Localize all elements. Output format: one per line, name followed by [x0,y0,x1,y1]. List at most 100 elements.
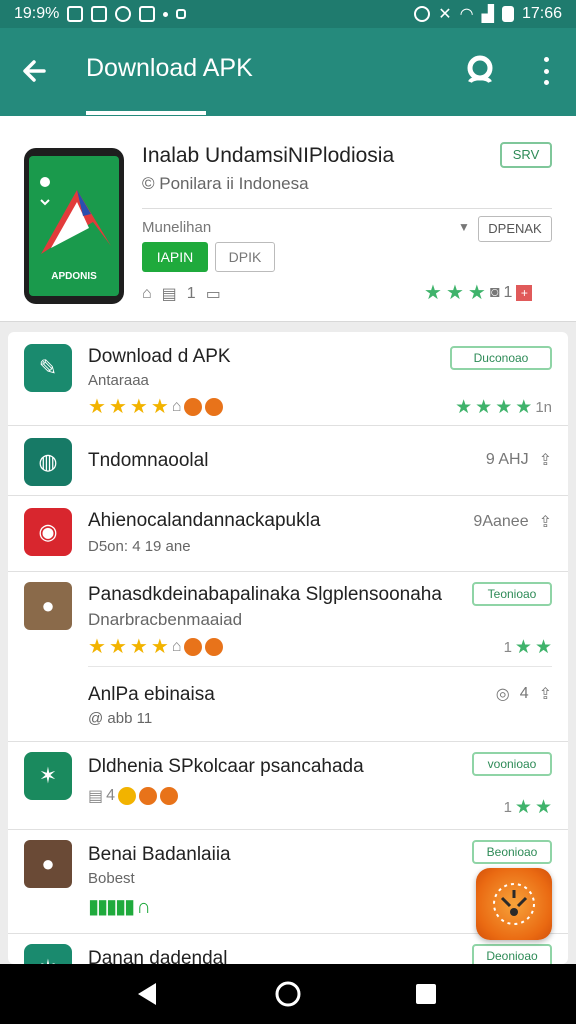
page-title: Download APK [86,54,253,82]
signal-icon: ▟ [481,6,494,23]
star-icon: ★ [495,397,513,418]
star-icon: ★ [108,636,127,658]
notification-icon [176,9,187,19]
storage-icon: ▤ [88,788,104,805]
star-icon: ★ [150,396,169,418]
sub-item-subtitle: @ abb 11 [88,710,153,727]
avatar: ● [24,840,72,888]
star-icon: ★ [515,397,533,418]
status-time: 19:9% [14,5,60,22]
item-title: Danan dadendal [88,948,228,964]
item-rating: ★ ★ ★ ★ ⌂ [88,394,224,419]
system-nav-bar [0,964,576,1024]
divider [88,666,552,667]
lock-icon: ◙ [489,283,500,301]
side-rating: ★ ★ ★ ★ 1n [455,396,552,419]
home-icon[interactable] [274,980,302,1008]
featured-app-card[interactable]: APDONIS Inalab UndamsiNIPlodiosia © Poni… [0,116,576,322]
install-button[interactable]: IAPIN [142,242,208,272]
star-icon: ★ [455,397,473,418]
app-icon: ✎ [24,344,72,392]
list-item[interactable]: ✶ Dldhenia SPkolcaar psancahada ▤ 4 voon… [8,742,568,830]
item-actions[interactable]: 9 AHJ ⇪ [486,450,552,470]
bookmark-icon: ⌂ [171,397,182,415]
rating: ★ ★ ★ ◙ 1 + [424,280,533,305]
floating-app-icon[interactable] [476,868,552,940]
item-rating: ▤ 4 [88,786,179,806]
star-icon: ★ [514,637,532,658]
star-icon: ★ [475,397,493,418]
battery-icon [501,6,514,22]
tab-indicator [86,111,206,115]
app-icon: ◍ [24,438,72,486]
more-options-icon[interactable] [536,54,556,88]
badge-icon [139,787,158,805]
download-button[interactable]: Duconoao [450,346,552,370]
list-item[interactable]: ✎ Download d APK Antaraaa ★ ★ ★ ★ ⌂ Duconoa… [8,332,568,426]
star-icon: ★ [424,282,442,304]
badge-icon [118,787,137,805]
item-actions[interactable]: ◎ 4 ⇪ [496,684,552,704]
item-actions-text: 9 AHJ [485,451,529,468]
icons-count: 1 [186,285,196,302]
download-button[interactable]: Teonioao [472,582,552,606]
app-meta: Munelihan [142,219,212,236]
status-badge: SRV [500,142,552,168]
star-icon: ★ [467,282,486,304]
phone-label: APDONIS [51,271,97,282]
download-button[interactable]: Deonioao [472,944,552,964]
share-icon[interactable]: ⇪ [539,450,552,470]
secondary-button[interactable]: DPIK [215,242,275,272]
badge-icon [160,787,179,805]
app-icon: ◉ [24,508,72,556]
status-clock: 17:66 [521,5,562,22]
item-subtitle: Bobest [88,870,135,887]
app-developer: © Ponilara ii Indonesa [142,174,309,193]
star-icon: ★ [534,797,552,818]
item-title: Dldhenia SPkolcaar psancahada [88,756,364,777]
avatar: ● [24,582,72,630]
app-icon: ✶ [24,944,72,964]
flag-icon[interactable]: + [516,284,533,301]
list-item[interactable]: ◍ Tndomnaoolal 9 AHJ ⇪ [8,426,568,496]
download-icon[interactable]: ◎ [496,684,510,704]
chevron-down-icon[interactable]: ▼ [458,220,470,234]
app-bar: Download APK [0,28,576,116]
item-subtitle: Dnarbracbenmaaiad [88,610,243,629]
share-icon[interactable]: ⇪ [539,684,552,704]
list-item[interactable]: ● Panasdkdeinabapalinaka Slgplensoonaha … [8,572,568,742]
item-subtitle: 4 [106,787,116,804]
side-count: 1 [503,799,512,816]
chat-icon: ▭ [205,286,221,303]
side-count: 1n [535,399,552,416]
item-title: Panasdkdeinabapalinaka Slgplensoonaha [88,584,442,605]
download-button[interactable]: voonioao [472,752,552,776]
star-icon: ★ [88,636,106,658]
star-icon: ★ [129,396,148,418]
item-rating: ★ ★ ★ ★ ⌂ [88,634,224,659]
search-icon[interactable] [462,52,498,88]
item-actions[interactable]: 9Aanee ⇪ [473,512,552,532]
rating-count: 1 [503,283,513,301]
share-icon[interactable]: ⇪ [539,512,552,532]
notification-icon [115,6,132,22]
divider [142,208,552,209]
star-icon: ★ [445,282,464,304]
star-icon: ★ [534,637,552,658]
back-arrow-icon[interactable] [18,54,52,88]
side-rating: 1 ★ ★ [504,796,552,819]
notification-icon [67,6,84,22]
item-actions-text: 4 [519,685,529,702]
bookmark-icon: ⌂ [171,637,182,655]
recents-icon[interactable] [412,980,440,1008]
item-title: Download d APK [88,346,231,367]
notification-icon [91,6,108,22]
info-icons: ⌂ ▤ 1 ▭ [142,284,221,304]
badge-icon [205,397,224,416]
back-icon[interactable] [134,980,162,1008]
download-button[interactable]: Beonioao [472,840,552,864]
open-button[interactable]: DPENAK [478,216,552,242]
list-item[interactable]: ◉ Ahienocalandannackapukla D5on: 4 19 an… [8,496,568,572]
item-title: Tndomnaoolal [88,450,209,471]
star-icon: ★ [514,797,532,818]
